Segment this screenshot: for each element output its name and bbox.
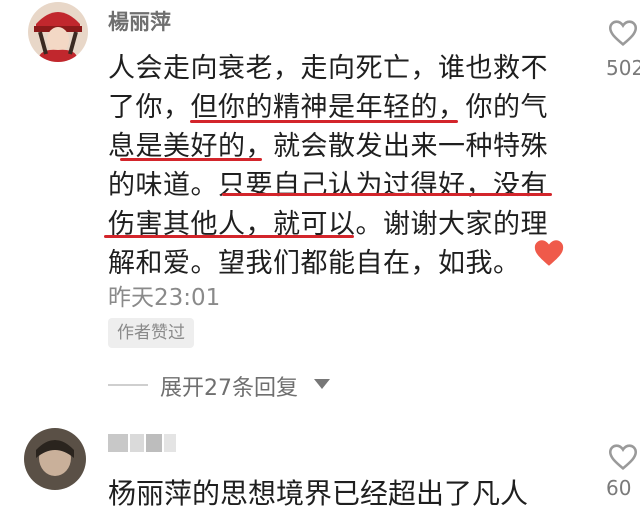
highlight-underline: [190, 120, 458, 123]
highlight-underline: [222, 193, 552, 196]
comment-text: 杨丽萍的思想境界已经超出了凡人: [108, 477, 529, 510]
avatar[interactable]: [28, 2, 88, 62]
like-count: 502: [606, 56, 640, 80]
like-count: 60: [606, 476, 632, 500]
like-heart-icon[interactable]: [606, 440, 640, 474]
comment-line-2: 了你，但你的精神是年轻的，你的气: [108, 92, 548, 123]
heart-emoji-icon: [532, 236, 566, 270]
like-heart-icon[interactable]: [606, 16, 640, 50]
author-liked-badge: 作者赞过: [108, 318, 194, 348]
comment-time: 昨天23:01: [108, 285, 221, 311]
highlight-underline: [120, 158, 262, 161]
chevron-down-icon[interactable]: [314, 379, 330, 389]
comment-line-1: 人会走向衰老，走向死亡，谁也救不: [108, 53, 548, 84]
username[interactable]: 楊丽萍: [108, 6, 171, 36]
comment-line-6: 解和爱。望我们都能自在，如我。: [108, 248, 521, 279]
avatar[interactable]: [24, 428, 86, 490]
comment-line-4: 的味道。只要自己认为过得好，没有: [108, 170, 548, 201]
username-blurred[interactable]: [108, 430, 188, 456]
highlight-underline: [104, 235, 354, 238]
expand-replies-button[interactable]: 展开27条回复: [160, 370, 298, 402]
divider: [108, 384, 148, 386]
